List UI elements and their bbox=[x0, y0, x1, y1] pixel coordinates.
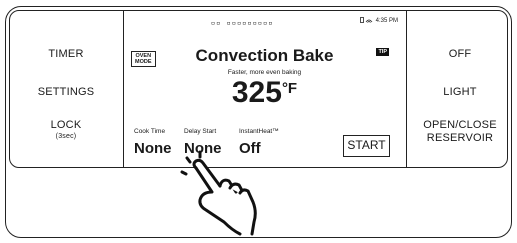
cook-mode-subtitle: Faster, more even baking bbox=[227, 69, 302, 76]
indicator-dots: ▫▫ ▫▫▫▫▫▫▫▫▫ bbox=[211, 19, 274, 27]
temperature-unit: °F bbox=[281, 80, 298, 97]
open-close-reservoir-button[interactable]: OPEN/CLOSE RESERVOIR bbox=[415, 119, 505, 145]
start-button[interactable]: START bbox=[343, 135, 390, 157]
temperature-value: 325 bbox=[231, 76, 282, 109]
pointing-hand-icon bbox=[180, 150, 257, 236]
display-screen: ▫▫ ▫▫▫▫▫▫▫▫▫ 4:35 PM OVEN MODE TIP Conve… bbox=[123, 10, 406, 168]
settings-button[interactable]: SETTINGS bbox=[30, 86, 102, 99]
reservoir-label: RESERVOIR bbox=[426, 132, 494, 144]
wifi-icon bbox=[360, 17, 373, 23]
lock-label: LOCK bbox=[50, 119, 82, 131]
status-bar: 4:35 PM bbox=[360, 17, 398, 24]
status-time: 4:35 PM bbox=[375, 18, 398, 25]
cook-time-label: Cook Time bbox=[134, 128, 166, 135]
instant-heat-label: InstantHeat™ bbox=[239, 128, 279, 135]
light-button[interactable]: LIGHT bbox=[415, 86, 505, 99]
cook-mode-title: Convection Bake bbox=[195, 46, 334, 65]
timer-button[interactable]: TIMER bbox=[30, 48, 102, 61]
temperature-display[interactable]: 325°F bbox=[123, 76, 406, 110]
off-button[interactable]: OFF bbox=[415, 48, 505, 61]
lock-duration-label: (3sec) bbox=[55, 133, 77, 140]
delay-start-label: Delay Start bbox=[184, 128, 217, 135]
lock-button[interactable]: LOCK (3sec) bbox=[30, 119, 102, 141]
open-close-label: OPEN/CLOSE bbox=[423, 119, 497, 131]
cook-time-value[interactable]: None bbox=[134, 140, 172, 157]
right-divider bbox=[406, 10, 407, 168]
